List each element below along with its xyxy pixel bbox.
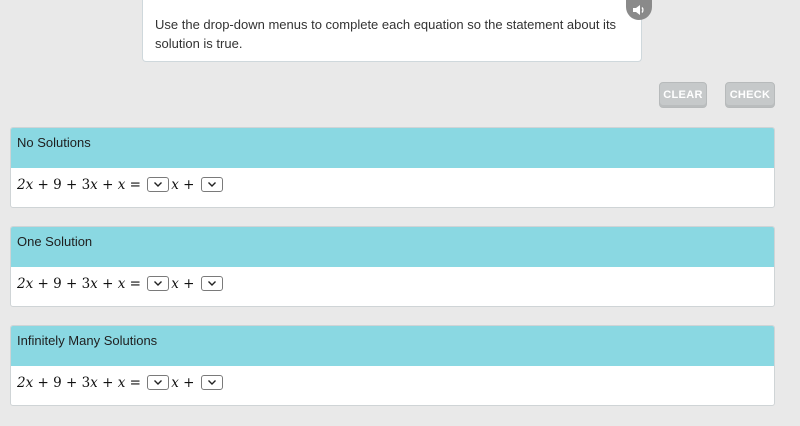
speaker-icon xyxy=(633,5,644,15)
equation-row: 2x + 9 + 3x + x = x + xyxy=(11,267,774,295)
chevron-down-icon xyxy=(154,182,163,187)
equation-lhs: 2x + 9 + 3x + x = xyxy=(17,374,146,391)
coefficient-dropdown[interactable] xyxy=(147,177,170,192)
question-card-one-solution: One Solution 2x + 9 + 3x + x = x + xyxy=(10,226,775,307)
equation-lhs: 2x + 9 + 3x + x = xyxy=(17,176,146,193)
equation-row: 2x + 9 + 3x + x = x + xyxy=(11,168,774,196)
equation-row: 2x + 9 + 3x + x = x + xyxy=(11,366,774,394)
instructions-panel: Use the drop-down menus to complete each… xyxy=(142,0,642,62)
question-card-no-solutions: No Solutions 2x + 9 + 3x + x = x + xyxy=(10,127,775,208)
chevron-down-icon xyxy=(154,380,163,385)
constant-dropdown[interactable] xyxy=(200,375,223,390)
clear-button[interactable]: CLEAR xyxy=(659,82,707,108)
equation-rhs: x + xyxy=(171,374,199,391)
chevron-down-icon xyxy=(207,182,216,187)
constant-dropdown[interactable] xyxy=(200,276,223,291)
equation-lhs: 2x + 9 + 3x + x = xyxy=(17,275,146,292)
constant-dropdown[interactable] xyxy=(200,177,223,192)
question-label: No Solutions xyxy=(11,128,774,168)
coefficient-dropdown[interactable] xyxy=(147,276,170,291)
question-card-infinitely-many: Infinitely Many Solutions 2x + 9 + 3x + … xyxy=(10,325,775,406)
question-label: Infinitely Many Solutions xyxy=(11,326,774,366)
audio-button[interactable] xyxy=(626,0,652,20)
equation-rhs: x + xyxy=(171,176,199,193)
instructions-text: Use the drop-down menus to complete each… xyxy=(155,17,617,51)
coefficient-dropdown[interactable] xyxy=(147,375,170,390)
chevron-down-icon xyxy=(207,281,216,286)
check-button[interactable]: CHECK xyxy=(725,82,775,108)
chevron-down-icon xyxy=(207,380,216,385)
question-label: One Solution xyxy=(11,227,774,267)
equation-rhs: x + xyxy=(171,275,199,292)
chevron-down-icon xyxy=(154,281,163,286)
